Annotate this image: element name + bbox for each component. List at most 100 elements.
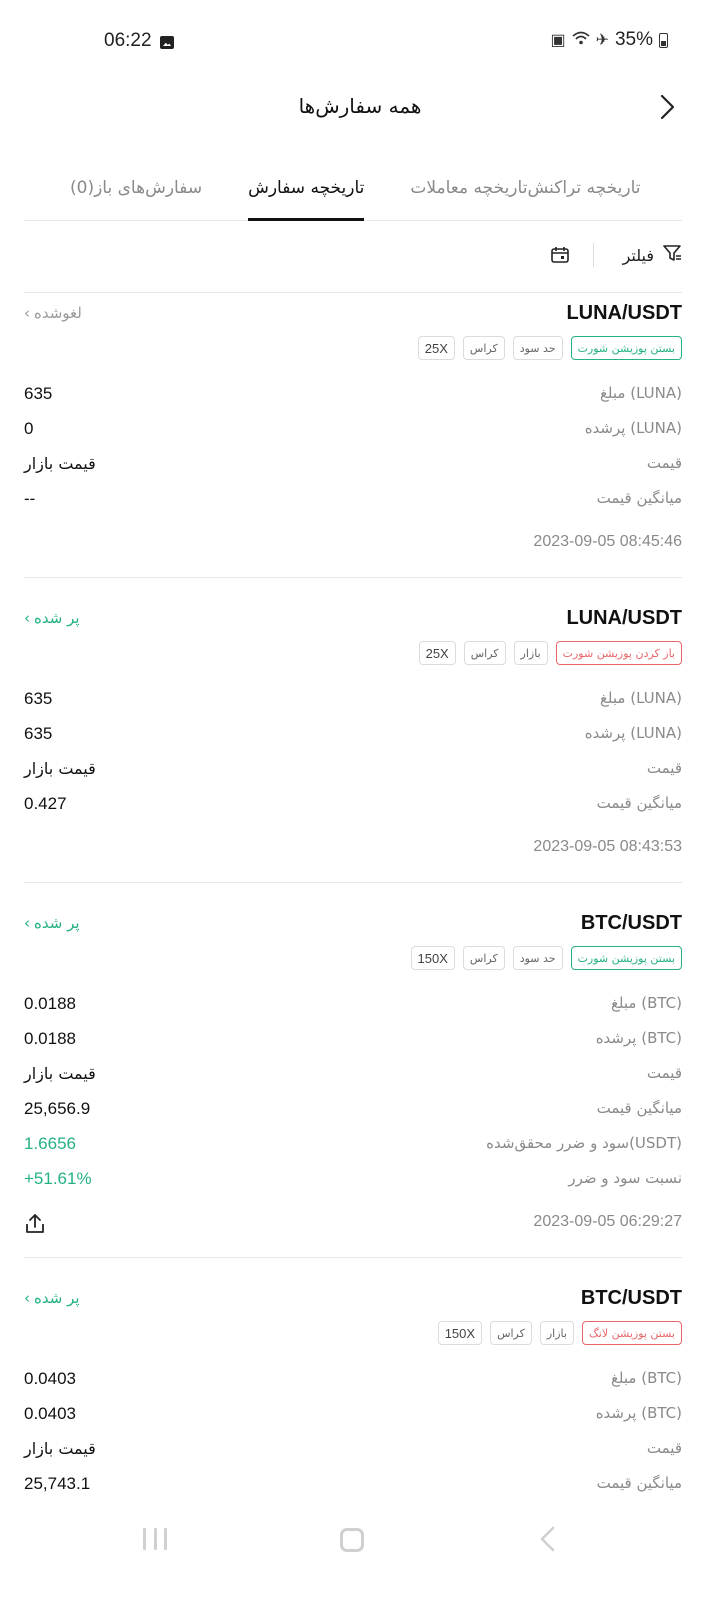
order-card[interactable]: BTC/USDT ‹ پر شده بستن پوزیشن شورت حد سو… [24,906,682,1258]
row-label: میانگین قیمت [596,489,682,507]
row-label: قیمت [646,759,682,777]
toolbar-divider [593,243,594,267]
filter-button[interactable]: فیلتر [623,243,682,267]
leverage-tag: 150X [410,946,455,970]
order-row: مبلغ (BTC) 0.0403 [24,1369,682,1393]
order-timestamp: 2023-09-05 08:43:53 [533,838,682,855]
row-value: 635 [24,689,53,708]
image-icon [160,36,174,49]
order-row: پرشده (LUNA) 635 [24,724,682,748]
row-label: میانگین قیمت [596,1099,682,1117]
order-row: نسبت سود و ضرر +51.61% [24,1169,682,1193]
pnl-ratio-value: +51.61% [24,1169,92,1188]
row-label: پرشده (BTC) [595,1029,682,1047]
order-type-tag: حد سود [512,336,563,360]
row-value: 25,743.1 [24,1474,91,1493]
row-value: -- [24,489,36,508]
order-row: سود و ضرر محقق‌شده(USDT) 1.6656 [24,1134,682,1158]
order-side-tag: بستن پوزیشن لانگ [581,1321,682,1345]
order-type-tag: بازار [513,641,548,665]
header: همه سفارش‌ها [0,86,720,146]
order-row: قیمت قیمت بازار [24,1439,682,1463]
row-label: مبلغ (LUNA) [599,384,682,402]
calendar-icon[interactable] [550,245,570,265]
margin-mode-tag: کراس [463,641,506,665]
order-status-link[interactable]: ‹ پر شده [24,609,80,627]
row-value: قیمت بازار [24,759,96,778]
row-label: مبلغ (BTC) [610,1369,682,1387]
row-value: 0.427 [24,794,67,813]
order-status-link[interactable]: ‹ پر شده [24,1289,80,1307]
order-type-tag: بازار [539,1321,574,1345]
order-tags: بستن پوزیشن لانگ بازار کراس 150X [437,1321,682,1345]
system-nav-bar [0,1510,720,1600]
row-value: قیمت بازار [24,454,96,473]
row-value: 635 [24,724,53,743]
home-icon[interactable] [340,1528,364,1552]
order-status: پر شده [34,609,80,627]
order-row: پرشده (LUNA) 0 [24,419,682,443]
order-side-tag: بستن پوزیشن شورت [570,946,682,970]
row-label: سود و ضرر محقق‌شده(USDT) [486,1134,682,1152]
margin-mode-tag: کراس [462,946,505,970]
order-tags: بستن پوزیشن شورت حد سود کراس 25X [417,336,682,360]
battery-icon [659,32,668,48]
leverage-tag: 25X [418,641,456,665]
order-timestamp: 2023-09-05 08:45:46 [533,533,682,550]
row-label: میانگین قیمت [596,1474,682,1492]
row-value: 25,656.9 [24,1099,91,1118]
row-label: پرشده (LUNA) [584,724,682,742]
row-value: 0.0403 [24,1404,76,1423]
order-row: میانگین قیمت 0.427 [24,794,682,818]
order-card[interactable]: BTC/USDT ‹ پر شده بستن پوزیشن لانگ بازار… [24,1281,682,1510]
order-row: میانگین قیمت 25,743.1 [24,1474,682,1498]
order-row: مبلغ (LUNA) 635 [24,689,682,713]
row-value: 635 [24,384,53,403]
order-row: مبلغ (LUNA) 635 [24,384,682,408]
order-row: میانگین قیمت 25,656.9 [24,1099,682,1123]
chevron-right-icon[interactable] [656,94,680,120]
order-card[interactable]: LUNA/USDT ‹ پر شده باز کردن پوزیشن شورت … [24,601,682,883]
row-label: مبلغ (BTC) [610,994,682,1012]
row-label: میانگین قیمت [596,794,682,812]
row-value: قیمت بازار [24,1439,96,1458]
order-status: لغوشده [34,304,82,322]
tab-order-history[interactable]: تاریخچه سفارش [248,160,365,221]
realized-pnl-value: 1.6656 [24,1134,76,1153]
order-row: پرشده (BTC) 0.0188 [24,1029,682,1053]
leverage-tag: 25X [417,336,455,360]
order-status-link[interactable]: ‹ پر شده [24,914,80,932]
order-type-tag: حد سود [512,946,563,970]
margin-mode-tag: کراس [462,336,505,360]
back-icon[interactable] [538,1526,558,1552]
order-side-tag: بستن پوزیشن شورت [570,336,682,360]
battery-saver-icon: ▣ [550,32,566,49]
order-card[interactable]: LUNA/USDT ‹ لغوشده بستن پوزیشن شورت حد س… [24,296,682,578]
row-label: قیمت [646,454,682,472]
share-icon[interactable] [24,1213,46,1235]
recent-apps-icon[interactable] [143,1528,167,1550]
leverage-tag: 150X [437,1321,483,1345]
page-title: همه سفارش‌ها [298,94,422,118]
order-side-tag: باز کردن پوزیشن شورت [555,641,682,665]
row-value: 0 [24,419,34,438]
order-status: پر شده [34,1289,80,1307]
status-icons: ▣ ✈ 35% [550,29,668,51]
toolbar: فیلتر [24,221,682,293]
tab-open-orders[interactable]: سفارش‌های باز(0) [70,160,202,220]
chevron-left-icon: ‹ [24,914,30,932]
chevron-left-icon: ‹ [24,304,30,322]
chevron-left-icon: ‹ [24,1289,30,1307]
filter-label: فیلتر [622,245,654,265]
margin-mode-tag: کراس [490,1321,532,1345]
tab-trade-history[interactable]: تاریخچه معاملات [410,160,527,220]
row-value: 0.0403 [24,1369,76,1388]
tab-bar: سفارش‌های باز(0) تاریخچه سفارش تاریخچه م… [24,160,682,221]
order-row: پرشده (BTC) 0.0403 [24,1404,682,1428]
order-pair: LUNA/USDT [566,607,682,629]
order-tags: بستن پوزیشن شورت حد سود کراس 150X [410,946,682,970]
status-time: 06:22 [104,30,152,51]
tab-transaction-history[interactable]: تاریخچه تراکنش [527,160,640,220]
order-status-link[interactable]: ‹ لغوشده [24,304,82,322]
battery-percent: 35% [614,29,653,50]
